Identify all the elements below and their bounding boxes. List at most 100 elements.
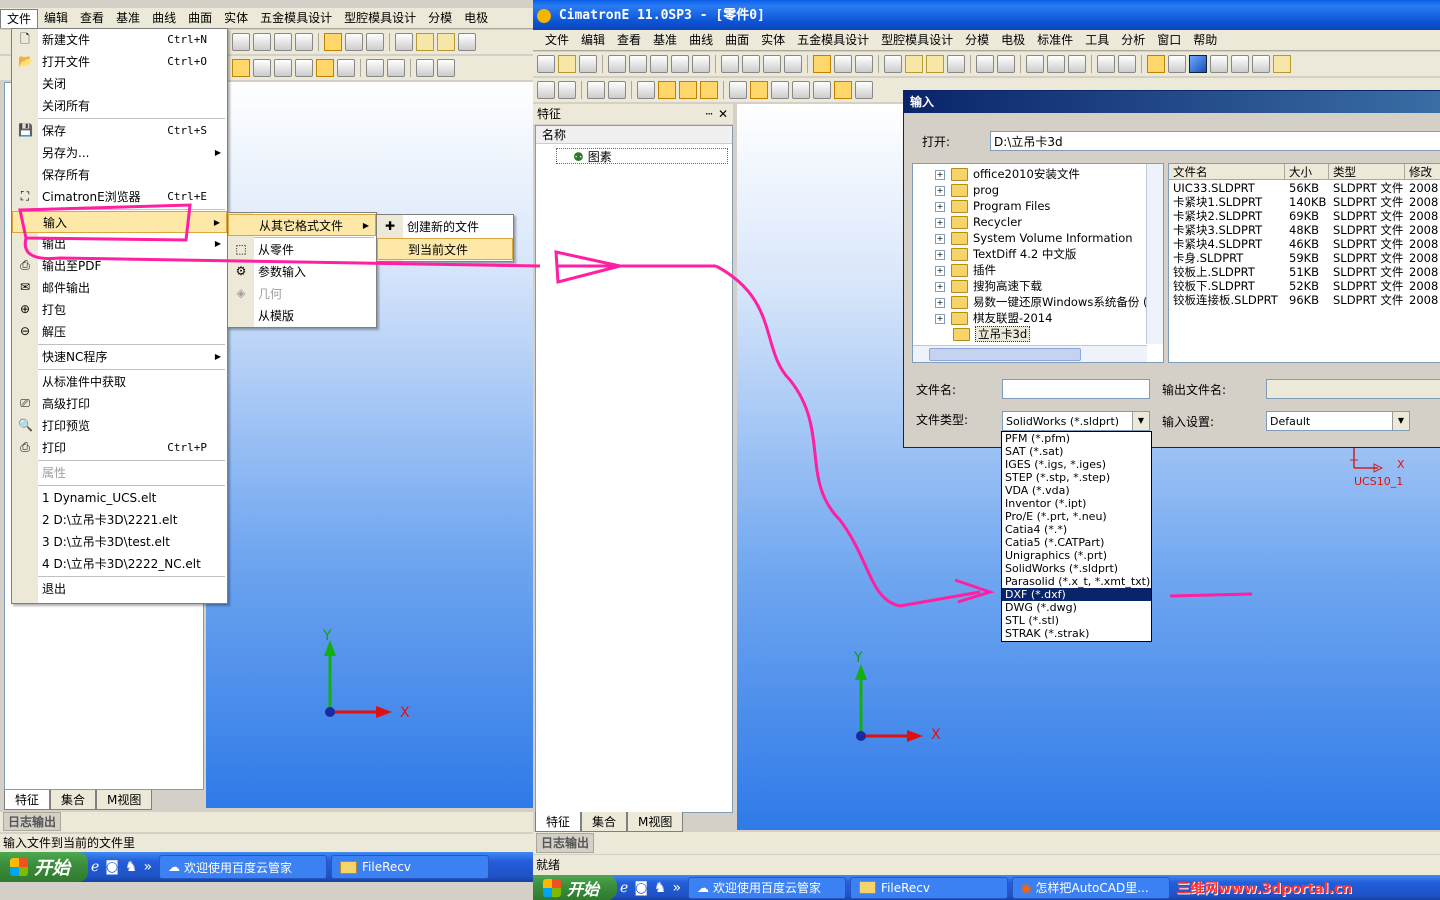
- toolbar-icon[interactable]: [1231, 55, 1249, 73]
- menu-item[interactable]: 另存为... ▶: [12, 142, 227, 164]
- menu-7[interactable]: 五金模具设计: [254, 8, 338, 28]
- toolbar-icon[interactable]: [1147, 55, 1165, 73]
- filetype-option[interactable]: IGES (*.igs, *.iges): [1002, 458, 1151, 471]
- menu-item[interactable]: 退出: [12, 578, 227, 600]
- menu-1[interactable]: 编辑: [38, 8, 74, 28]
- menu-item[interactable]: 💾 保存 Ctrl+S: [12, 120, 227, 142]
- filetype-option[interactable]: Inventor (*.ipt): [1002, 497, 1151, 510]
- filetype-option[interactable]: SolidWorks (*.sldprt): [1002, 562, 1151, 575]
- toolbar-icon[interactable]: [637, 81, 655, 99]
- menu-item[interactable]: ⛶ CimatronE浏览器 Ctrl+E: [12, 186, 227, 208]
- toolbar-icon[interactable]: [855, 81, 873, 99]
- bulb-icon[interactable]: [905, 55, 923, 73]
- filetype-option[interactable]: STRAK (*.strak): [1002, 627, 1151, 640]
- menu-4[interactable]: 曲线: [146, 8, 182, 28]
- menu-item[interactable]: 📂 打开文件 Ctrl+O: [12, 51, 227, 73]
- new-file-icon[interactable]: [537, 55, 555, 73]
- menu-2[interactable]: 查看: [611, 30, 647, 50]
- file-cell[interactable]: 铰板连接板.SLDPRT: [1173, 293, 1278, 307]
- toolbar-icon[interactable]: [792, 81, 810, 99]
- menu-item[interactable]: 从模版: [228, 305, 376, 327]
- menu-1[interactable]: 编辑: [575, 30, 611, 50]
- expand-icon[interactable]: +: [935, 169, 945, 180]
- toolbar-icon[interactable]: [1068, 55, 1086, 73]
- menu-2[interactable]: 查看: [74, 8, 110, 28]
- panel-tab[interactable]: M视图: [96, 790, 153, 810]
- menu-item[interactable]: ⊖ 解压: [12, 321, 227, 343]
- taskbar-item[interactable]: FileRecv: [850, 876, 1009, 899]
- menu-item[interactable]: ✉ 邮件输出: [12, 277, 227, 299]
- toolbar-icon[interactable]: [692, 55, 710, 73]
- folder-item[interactable]: + 插件: [935, 262, 996, 278]
- menu-15[interactable]: 帮助: [1187, 30, 1223, 50]
- folder-item[interactable]: + TextDiff 4.2 中文版: [935, 246, 1076, 262]
- chevron-down-icon[interactable]: ▼: [1392, 412, 1409, 430]
- redo-icon[interactable]: [629, 55, 647, 73]
- toolbar-icon[interactable]: [537, 81, 555, 99]
- bulb-icon[interactable]: [416, 33, 434, 51]
- undo-icon[interactable]: [608, 55, 626, 73]
- expand-icon[interactable]: +: [935, 281, 945, 292]
- toolbar-icon[interactable]: [997, 55, 1015, 73]
- toolbar-icon[interactable]: [750, 81, 768, 99]
- chevron-icon[interactable]: »: [672, 880, 681, 896]
- toolbar-icon[interactable]: [729, 81, 747, 99]
- expand-icon[interactable]: +: [935, 297, 945, 308]
- menu-6[interactable]: 实体: [218, 8, 254, 28]
- panel-tab[interactable]: 特征: [535, 812, 582, 832]
- folder-item[interactable]: + 棋友联盟-2014: [935, 310, 1052, 326]
- tree-vscroll[interactable]: [1146, 164, 1163, 344]
- file-cell[interactable]: 卡紧块1.SLDPRT: [1173, 195, 1262, 209]
- toolbar-icon[interactable]: [813, 81, 831, 99]
- tree-hscroll[interactable]: [913, 345, 1147, 362]
- expand-icon[interactable]: +: [935, 249, 945, 260]
- panel-tab[interactable]: 集合: [50, 790, 97, 810]
- file-cell[interactable]: 铰板下.SLDPRT: [1173, 279, 1255, 293]
- filetype-option[interactable]: Catia5 (*.CATPart): [1002, 536, 1151, 549]
- open-folder-icon[interactable]: [558, 55, 576, 73]
- menu-6[interactable]: 实体: [755, 30, 791, 50]
- menu-3[interactable]: 基准: [110, 8, 146, 28]
- toolbar-icon[interactable]: [345, 33, 363, 51]
- menu-5[interactable]: 曲面: [719, 30, 755, 50]
- toolbar-icon[interactable]: [608, 81, 626, 99]
- filetype-option[interactable]: DXF (*.dxf): [1002, 588, 1151, 601]
- toolbar-icon[interactable]: [1273, 55, 1291, 73]
- filetype-select[interactable]: SolidWorks (*.sldprt) ▼: [1002, 411, 1150, 431]
- folder-tree[interactable]: + office2010安装文件 + prog + Program Files + Recyc…: [912, 163, 1164, 363]
- menu-item[interactable]: 2 D:\立吊卡3D\2221.elt: [12, 509, 227, 531]
- ie-icon[interactable]: ℯ: [620, 880, 628, 896]
- menu-item[interactable]: 关闭: [12, 73, 227, 95]
- menu-item[interactable]: 3 D:\立吊卡3D\test.elt: [12, 531, 227, 553]
- menu-item[interactable]: 🔍 打印预览: [12, 415, 227, 437]
- menu-item[interactable]: ⎚ 高级打印: [12, 393, 227, 415]
- menu-0[interactable]: 文件: [539, 30, 575, 50]
- menu-item[interactable]: 快速NC程序 ▶: [12, 346, 227, 368]
- menu-8[interactable]: 型腔模具设计: [338, 8, 422, 28]
- menu-9[interactable]: 分模: [422, 8, 458, 28]
- menu-0[interactable]: 文件: [0, 8, 39, 28]
- toolbar-icon[interactable]: [587, 81, 605, 99]
- toolbar-icon[interactable]: [232, 59, 250, 77]
- toolbar-icon[interactable]: [232, 33, 250, 51]
- menu-7[interactable]: 五金模具设计: [791, 30, 875, 50]
- toolbar-icon[interactable]: [316, 59, 334, 77]
- toolbar-icon[interactable]: [671, 55, 689, 73]
- menu-item[interactable]: 关闭所有: [12, 95, 227, 117]
- bulb-icon[interactable]: [926, 55, 944, 73]
- toolbar-icon[interactable]: [884, 55, 902, 73]
- toolbar-icon[interactable]: [721, 55, 739, 73]
- taskbar-item[interactable]: ◉ 怎样把AutoCAD里...: [1012, 876, 1171, 899]
- toolbar-icon[interactable]: [700, 81, 718, 99]
- open-path-field[interactable]: D:\立吊卡3d: [990, 131, 1440, 151]
- filetype-option[interactable]: PFM (*.pfm): [1002, 432, 1151, 445]
- toolbar-icon[interactable]: [1026, 55, 1044, 73]
- expand-icon[interactable]: +: [935, 265, 945, 276]
- menu-item[interactable]: ⎙ 输出至PDF: [12, 255, 227, 277]
- filetype-option[interactable]: VDA (*.vda): [1002, 484, 1151, 497]
- filetype-option[interactable]: Parasolid (*.x_t, *.xmt_txt): [1002, 575, 1151, 588]
- expand-icon[interactable]: +: [935, 217, 945, 228]
- close-icon[interactable]: ✕: [718, 104, 728, 124]
- expand-icon[interactable]: +: [935, 185, 945, 196]
- start-button[interactable]: 开始: [533, 875, 618, 900]
